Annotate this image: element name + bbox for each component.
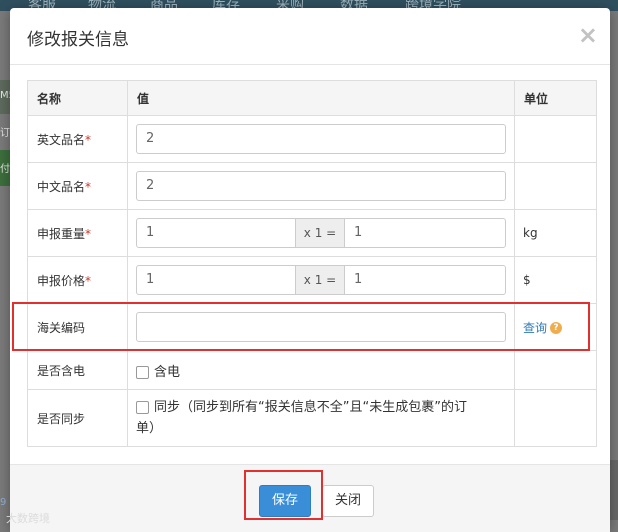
table-row: 申报重量* 1 x 1 = 1 kg [27,209,597,257]
customs-info-dialog: 修改报关信息 × 名称 值 单位 英文品名* 2 中文品名* 2 申报重量* 1… [10,8,610,532]
table-row: 中文品名* 2 [27,162,597,210]
declared-price-label: 申报价格 [37,273,86,288]
weight-input-group: 1 x 1 = 1 [136,218,514,248]
table-row: 海关编码 查询? [27,303,597,351]
help-icon[interactable]: ? [550,322,563,334]
dialog-footer: 保存 关闭 [10,464,610,532]
contains-battery-label: 是否含电 [37,363,86,378]
sync-checkbox[interactable] [136,401,149,414]
unit-cell [514,350,597,390]
unit-cell [514,115,597,163]
sync-label: 是否同步 [37,411,86,426]
watermark: 大数跨境 [6,512,50,525]
chinese-name-label: 中文品名 [37,179,86,194]
save-button[interactable]: 保存 [259,485,311,517]
weight-converted-input[interactable]: 1 [344,218,506,248]
bg-strip [610,460,618,520]
required-mark: * [85,132,92,147]
column-header-unit: 单位 [514,80,597,116]
table-row: 英文品名* 2 [27,115,597,163]
required-mark: * [85,179,92,194]
weight-unit: kg [514,209,597,257]
required-mark: * [85,273,92,288]
column-header-name: 名称 [27,80,128,116]
table-row: 申报价格* 1 x 1 = 1 $ [27,256,597,304]
bg-text-fragment: 订 [0,128,10,139]
sync-checkbox-label[interactable]: 同步（同步到所有“报关信息不全”且“未生成包裹”的订 [154,400,467,415]
close-button[interactable]: 关闭 [322,485,374,517]
required-mark: * [85,226,92,241]
price-unit: $ [514,256,597,304]
weight-multiplier: x 1 = [296,218,344,248]
declared-weight-label: 申报重量 [37,226,86,241]
hs-code-label: 海关编码 [37,320,86,335]
price-input-group: 1 x 1 = 1 [136,265,514,295]
price-converted-input[interactable]: 1 [344,265,506,295]
unit-cell [514,162,597,210]
table-header-row: 名称 值 单位 [27,80,597,116]
unit-cell [514,389,597,447]
contains-battery-checkbox[interactable] [136,365,149,379]
price-input[interactable]: 1 [136,265,296,295]
sync-checkbox-label-continued[interactable]: 单） [136,418,514,439]
english-name-label: 英文品名 [37,132,86,147]
dialog-title: 修改报关信息 [27,30,129,50]
chinese-name-input[interactable]: 2 [136,171,506,201]
hs-code-input[interactable] [136,312,506,342]
dialog-header: 修改报关信息 × [10,8,610,65]
table-row: 是否同步 同步（同步到所有“报关信息不全”且“未生成包裹”的订 单） [27,389,597,447]
column-header-value: 值 [127,80,515,116]
table-row: 是否含电 含电 [27,350,597,390]
weight-input[interactable]: 1 [136,218,296,248]
bg-text-fragment: 付 [0,164,10,175]
hs-code-query-link[interactable]: 查询 [523,321,547,335]
row-label: 英文品名* [27,115,128,163]
contains-battery-checkbox-label[interactable]: 含电 [154,365,180,380]
customs-info-table: 名称 值 单位 英文品名* 2 中文品名* 2 申报重量* 1 x 1 = 1 … [27,80,597,447]
price-multiplier: x 1 = [296,265,344,295]
close-icon[interactable]: × [578,23,598,47]
english-name-input[interactable]: 2 [136,124,506,154]
